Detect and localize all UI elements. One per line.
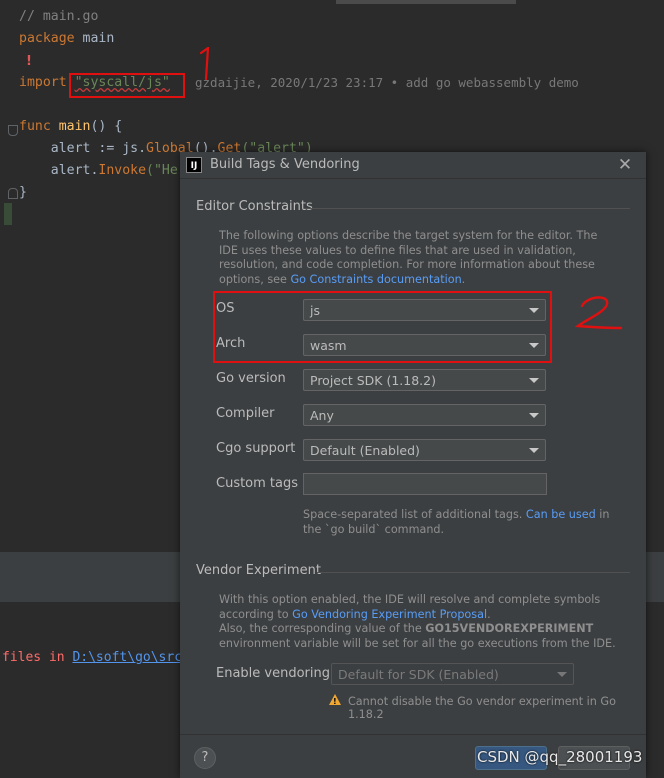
vcs-change-marker: [4, 203, 12, 225]
chevron-down-icon: [529, 413, 539, 418]
warning-icon-mark: !: [333, 697, 337, 706]
output-text: files in: [2, 650, 73, 665]
custom-tags-input[interactable]: [303, 473, 547, 495]
build-tags-dialog: IJ Build Tags & Vendoring ✕ Editor Const…: [180, 152, 646, 778]
divider: [304, 208, 630, 209]
go-version-label: Go version: [216, 371, 286, 386]
output-line: files in D:\soft\go\src: [2, 650, 182, 665]
dialog-title: Build Tags & Vendoring: [210, 157, 360, 172]
error-bulb-icon[interactable]: !: [26, 54, 40, 70]
package-name: main: [74, 31, 115, 46]
keyword: package: [19, 31, 75, 46]
annotation-number-2: [575, 296, 623, 330]
code-line-alert-2: alert.Invoke("He: [19, 162, 178, 180]
output-path-link[interactable]: D:\soft\go\src: [72, 650, 182, 665]
keyword: func: [19, 119, 51, 134]
help-button[interactable]: ?: [194, 747, 216, 769]
custom-tags-hint: Space-separated list of additional tags.…: [303, 508, 623, 537]
desc-text: environment variable will be set for all…: [219, 636, 616, 650]
cgo-support-value: Default (Enabled): [310, 443, 420, 458]
chevron-down-icon: [529, 378, 539, 383]
vendoring-proposal-link[interactable]: Go Vendoring Experiment Proposal: [292, 608, 487, 621]
code-line-close: }: [19, 185, 27, 200]
compiler-label: Compiler: [216, 406, 275, 421]
keyword: import: [19, 75, 67, 90]
chevron-down-icon: [557, 672, 567, 677]
dialog-titlebar[interactable]: IJ Build Tags & Vendoring ✕: [180, 152, 646, 179]
compiler-select[interactable]: Any: [303, 404, 546, 426]
scrollbar-thumb[interactable]: [336, 0, 516, 4]
go-constraints-link[interactable]: Go Constraints documentation: [290, 273, 461, 286]
git-blame-annotation: gzdaijie, 2020/1/23 23:17 • add go webas…: [195, 75, 579, 90]
code-line-func: func main() {: [19, 118, 122, 136]
code-text: alert.: [19, 163, 99, 178]
code-line-package: package main: [19, 30, 114, 48]
env-var-name: GO15VENDOREXPERIMENT: [425, 622, 594, 635]
desc-text: Also, the corresponding value of the: [219, 622, 426, 635]
hint-text: Space-separated list of additional tags.: [303, 508, 526, 521]
custom-tags-label: Custom tags: [216, 476, 299, 491]
editor-constraints-description: The following options describe the targe…: [219, 229, 619, 287]
annotation-box-2: [213, 291, 552, 363]
annotation-number-1: [199, 47, 210, 81]
func-rest: () {: [90, 119, 123, 134]
enable-vendoring-label: Enable vendoring: [216, 666, 330, 681]
chevron-down-icon: [529, 448, 539, 453]
code-line-comment: // main.go: [19, 9, 99, 24]
desc-text: .: [461, 272, 466, 286]
go-version-select[interactable]: Project SDK (1.18.2): [303, 369, 546, 391]
go-version-value: Project SDK (1.18.2): [310, 373, 436, 388]
intellij-logo-icon: IJ: [186, 157, 202, 173]
close-icon[interactable]: ✕: [614, 154, 636, 176]
divider: [317, 572, 630, 573]
can-be-used-link[interactable]: Can be used: [526, 508, 596, 521]
method: Invoke: [98, 163, 147, 178]
csdn-watermark: CSDN @qq_28001193: [477, 748, 643, 766]
cgo-support-label: Cgo support: [216, 441, 296, 456]
compiler-value: Any: [310, 408, 334, 423]
code-string: ("He: [146, 163, 178, 178]
desc-text: .: [487, 607, 491, 621]
vendor-description: With this option enabled, the IDE will r…: [219, 593, 619, 651]
cgo-support-select[interactable]: Default (Enabled): [303, 439, 546, 461]
section-title-editor-constraints: Editor Constraints: [196, 199, 313, 214]
annotation-box-1: [69, 73, 185, 98]
fold-end-icon[interactable]: [8, 188, 18, 199]
code-text: alert := js.: [19, 141, 147, 156]
func-name: main: [58, 119, 91, 134]
vendoring-value: Default for SDK (Enabled): [338, 667, 499, 682]
section-title-vendor-experiment: Vendor Experiment: [196, 563, 321, 578]
enable-vendoring-select: Default for SDK (Enabled): [331, 663, 574, 685]
vendor-warning-text: Cannot disable the Go vendor experiment …: [348, 695, 616, 721]
fold-marker-icon[interactable]: [8, 125, 18, 136]
